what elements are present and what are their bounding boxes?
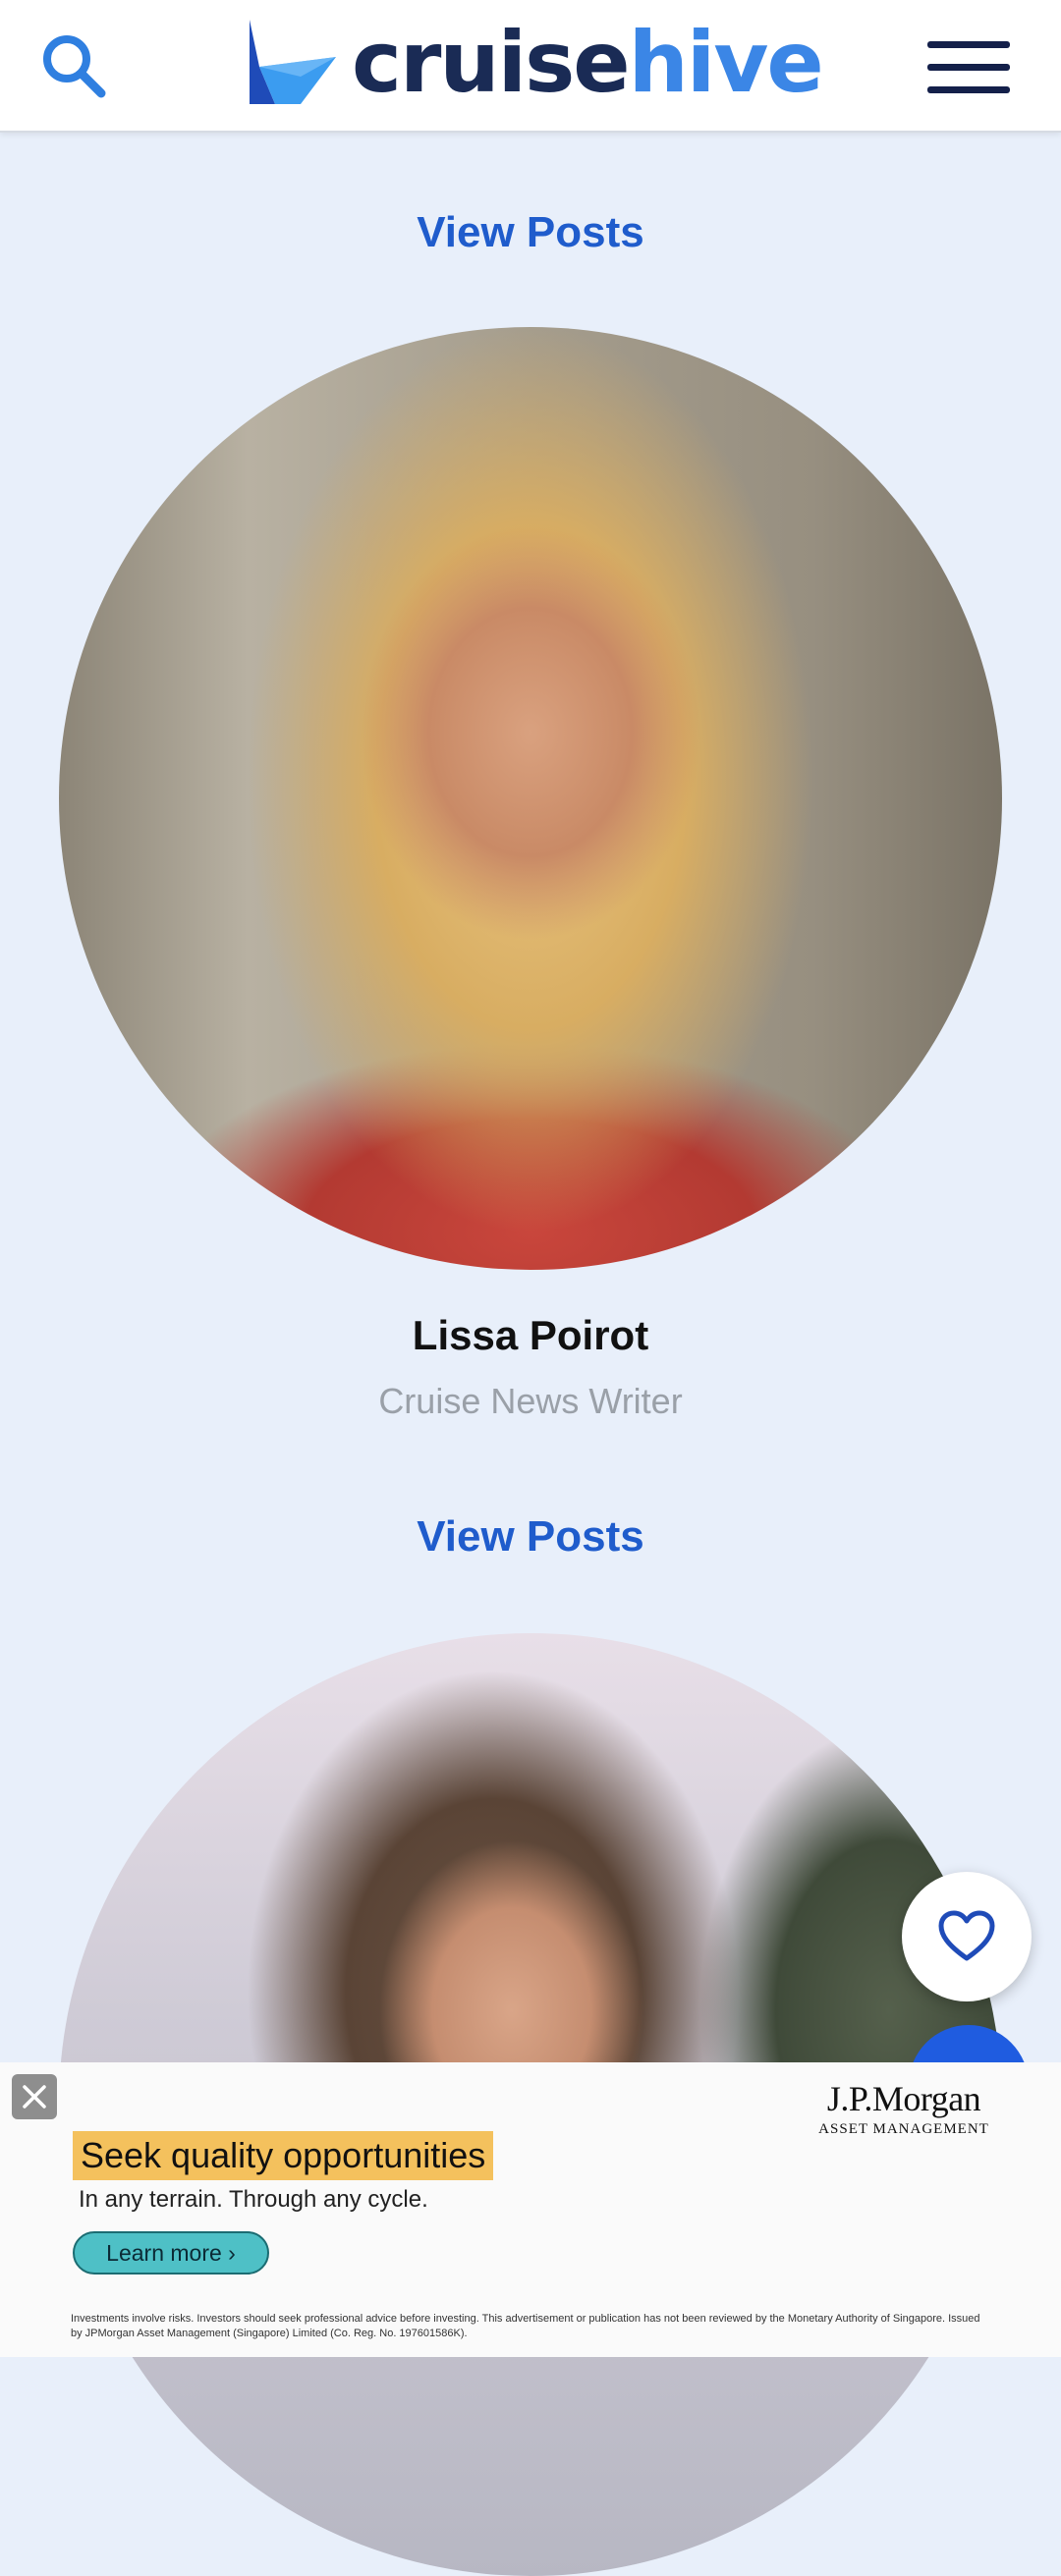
menu-button[interactable]: [927, 37, 1010, 96]
chevron-right-icon: ›: [228, 2240, 236, 2266]
logo-wordmark: cruisehive: [352, 21, 824, 105]
search-icon: [43, 35, 106, 98]
author-photo[interactable]: [59, 327, 1002, 1270]
ad-brand-name: J.P.Morgan: [826, 2079, 981, 2118]
close-icon: [23, 2085, 46, 2109]
ad-close-button[interactable]: [12, 2074, 57, 2119]
ad-learn-more-button[interactable]: Learn more ›: [73, 2231, 269, 2275]
site-logo[interactable]: cruisehive: [246, 14, 824, 112]
logo-word-cruise: cruise: [352, 14, 631, 112]
logo-word-hive: hive: [628, 14, 824, 112]
view-posts-link[interactable]: View Posts: [0, 1512, 1061, 1562]
ad-disclaimer: Investments involve risks. Investors sho…: [71, 2313, 980, 2339]
view-posts-link[interactable]: View Posts: [0, 208, 1061, 257]
favorite-button[interactable]: [902, 1872, 1032, 2001]
ad-brand-subtitle: ASSET MANAGEMENT: [818, 2121, 989, 2137]
author-name: Lissa Poirot: [412, 1312, 649, 1358]
heart-icon: [938, 1910, 995, 1961]
ad-banner[interactable]: J.P.Morgan ASSET MANAGEMENT Seek quality…: [0, 2062, 1061, 2357]
logo-sail-icon: [250, 20, 336, 104]
ad-brand-logo: J.P.Morgan ASSET MANAGEMENT: [786, 2078, 1022, 2138]
ad-headline: Seek quality opportunities: [73, 2131, 494, 2180]
author-role: Cruise News Writer: [378, 1381, 683, 1421]
ad-cta-label: Learn more: [106, 2240, 222, 2266]
search-button[interactable]: [35, 27, 114, 106]
ad-subline: In any terrain. Through any cycle.: [79, 2186, 428, 2213]
site-header: cruisehive: [0, 0, 1061, 133]
